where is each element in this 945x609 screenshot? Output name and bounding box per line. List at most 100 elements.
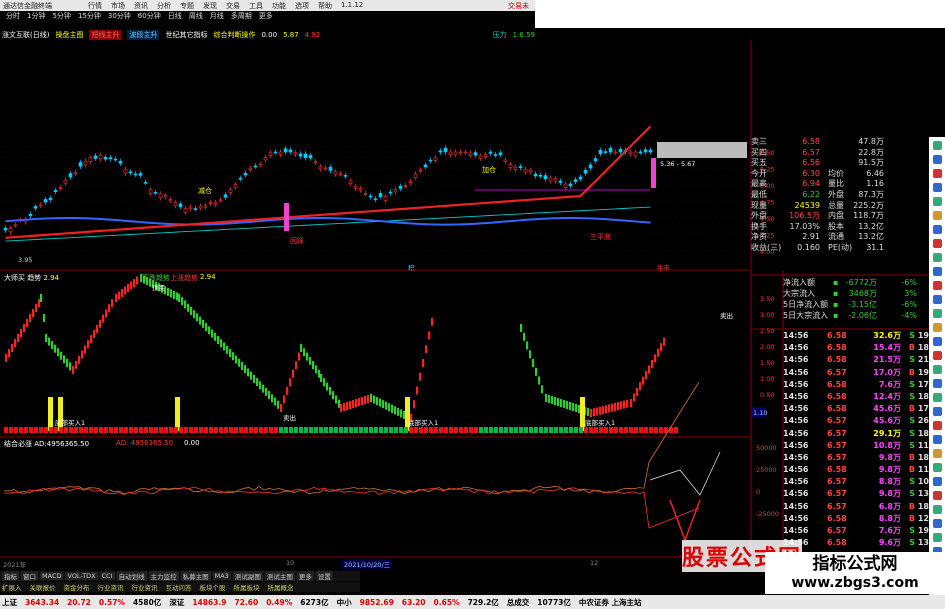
candle bbox=[14, 225, 17, 226]
trend-bar bbox=[102, 315, 104, 323]
tab-12[interactable]: 设置 bbox=[316, 571, 333, 581]
tab-2[interactable]: MACD bbox=[40, 572, 63, 580]
info-tab-1[interactable]: 关联报价 bbox=[30, 582, 56, 592]
trend-bar bbox=[81, 351, 83, 359]
tick-row: 14:56 6.57 9.8万 S 13 bbox=[783, 488, 929, 500]
tab-0[interactable]: 指标 bbox=[2, 571, 19, 581]
sidebar-tool-icon[interactable] bbox=[933, 183, 942, 192]
tab-4[interactable]: CCI bbox=[100, 572, 115, 580]
trend-bar bbox=[419, 373, 421, 381]
sidebar-tool-icon[interactable] bbox=[933, 421, 942, 430]
tick-side: S bbox=[901, 428, 915, 440]
quote-key2: PE(动) bbox=[820, 243, 850, 254]
state-block bbox=[409, 427, 413, 433]
sidebar-tool-icon[interactable] bbox=[933, 477, 942, 486]
tick-time: 14:56 bbox=[783, 525, 827, 537]
sidebar-tool-icon[interactable] bbox=[933, 295, 942, 304]
tick-row: 14:56 6.58 12.4万 S 18 bbox=[783, 391, 929, 403]
bot-tick: 50000 bbox=[756, 444, 777, 452]
info-tab-2[interactable]: 资金分布 bbox=[64, 582, 90, 592]
sidebar-tool-icon[interactable] bbox=[933, 169, 942, 178]
sidebar-tool-icon[interactable] bbox=[933, 239, 942, 248]
sidebar-tool-icon[interactable] bbox=[933, 309, 942, 318]
bot-tick: 25000 bbox=[756, 466, 777, 474]
trend-bar bbox=[323, 378, 325, 386]
trend-bar bbox=[370, 394, 372, 402]
tab-1[interactable]: 窗口 bbox=[21, 571, 38, 581]
quote-key2 bbox=[820, 137, 850, 148]
tab-5[interactable]: 自动划线 bbox=[117, 571, 147, 581]
tab-3[interactable]: VOL-TDX bbox=[65, 572, 97, 580]
candle bbox=[419, 170, 422, 171]
watermark: 股票公式网 指标公式网 www.zbgs3.com bbox=[682, 540, 945, 595]
tab-11[interactable]: 更多 bbox=[297, 571, 314, 581]
state-block bbox=[474, 427, 478, 433]
candle bbox=[189, 207, 192, 209]
tick-row: 14:56 6.57 10.8万 S 11 bbox=[783, 440, 929, 452]
trend-bar bbox=[538, 377, 540, 385]
trend-bar bbox=[382, 400, 384, 408]
trend-bar bbox=[20, 329, 22, 337]
sidebar-tool-icon[interactable] bbox=[933, 393, 942, 402]
tick-price: 6.58 bbox=[827, 330, 861, 342]
sidebar-tool-icon[interactable] bbox=[933, 253, 942, 262]
tick-table: 14:56 6.58 32.6万 S 19 14:56 6.58 15.4万 B 18 14:56 6… bbox=[783, 330, 929, 549]
info-tab-8[interactable]: 所属概念 bbox=[268, 582, 294, 592]
sidebar-tool-icon[interactable] bbox=[933, 281, 942, 290]
state-block bbox=[524, 427, 528, 433]
mid-tick: 3.00 bbox=[760, 311, 774, 319]
flow-bar-icon: ▪ bbox=[833, 277, 843, 288]
quote-value2: 13.2亿 bbox=[850, 222, 884, 233]
tab-8[interactable]: MA3 bbox=[213, 572, 231, 580]
info-tab-5[interactable]: 互动问答 bbox=[166, 582, 192, 592]
tick-row: 14:56 6.58 9.8万 B 11 bbox=[783, 464, 929, 476]
quote-value: 17.03% bbox=[777, 222, 820, 233]
flow-value: -6772万 bbox=[843, 277, 877, 288]
tick-side: B bbox=[901, 513, 915, 525]
tab-6[interactable]: 主力监控 bbox=[149, 571, 179, 581]
quote-value2: 22.8万 bbox=[850, 148, 884, 159]
sidebar-tool-icon[interactable] bbox=[933, 141, 942, 150]
info-tab-3[interactable]: 行业资讯 bbox=[98, 582, 124, 592]
sidebar-tool-icon[interactable] bbox=[933, 463, 942, 472]
tab-10[interactable]: 测试主图 bbox=[265, 571, 295, 581]
state-block bbox=[284, 427, 288, 433]
status-item: 3643.34 bbox=[25, 598, 59, 607]
info-tab-7[interactable]: 所属板块 bbox=[234, 582, 260, 592]
sidebar-tool-icon[interactable] bbox=[933, 211, 942, 220]
state-block bbox=[24, 427, 28, 433]
tab-9[interactable]: 测试副图 bbox=[233, 571, 263, 581]
sidebar-tool-icon[interactable] bbox=[933, 379, 942, 388]
state-block bbox=[519, 427, 523, 433]
info-tab-4[interactable]: 行业资讯 bbox=[132, 582, 158, 592]
state-block bbox=[259, 427, 263, 433]
sidebar-tool-icon[interactable] bbox=[933, 267, 942, 276]
sidebar-tool-icon[interactable] bbox=[933, 435, 942, 444]
status-bar: 上证 3643.34 20.72 0.57% 4580亿 深证 14863.9 72.60 0.… bbox=[0, 595, 945, 609]
sidebar-tool-icon[interactable] bbox=[933, 449, 942, 458]
tick-count: 17 bbox=[915, 403, 929, 415]
sidebar-tool-icon[interactable] bbox=[933, 351, 942, 360]
tick-volume: 12.4万 bbox=[861, 391, 901, 403]
sidebar-tool-icon[interactable] bbox=[933, 519, 942, 528]
sidebar-tool-icon[interactable] bbox=[933, 337, 942, 346]
tab-7[interactable]: 私募主图 bbox=[181, 571, 211, 581]
sidebar-tool-icon[interactable] bbox=[933, 505, 942, 514]
sidebar-tool-icon[interactable] bbox=[933, 225, 942, 234]
tick-price: 6.58 bbox=[827, 342, 861, 354]
candle bbox=[409, 181, 412, 182]
sidebar-tool-icon[interactable] bbox=[933, 491, 942, 500]
state-block bbox=[34, 427, 38, 433]
info-tab-6[interactable]: 板块个股 bbox=[200, 582, 226, 592]
tick-side: S bbox=[901, 354, 915, 366]
sidebar-tool-icon[interactable] bbox=[933, 365, 942, 374]
state-block bbox=[134, 427, 138, 433]
add-label: 加仓 bbox=[482, 165, 496, 174]
state-block bbox=[649, 427, 653, 433]
info-tab-0[interactable]: 扩展入 bbox=[2, 582, 22, 592]
sidebar-tool-icon[interactable] bbox=[933, 155, 942, 164]
sidebar-tool-icon[interactable] bbox=[933, 323, 942, 332]
sidebar-tool-icon[interactable] bbox=[933, 407, 942, 416]
sidebar-tool-icon[interactable] bbox=[933, 197, 942, 206]
state-block bbox=[84, 427, 88, 433]
